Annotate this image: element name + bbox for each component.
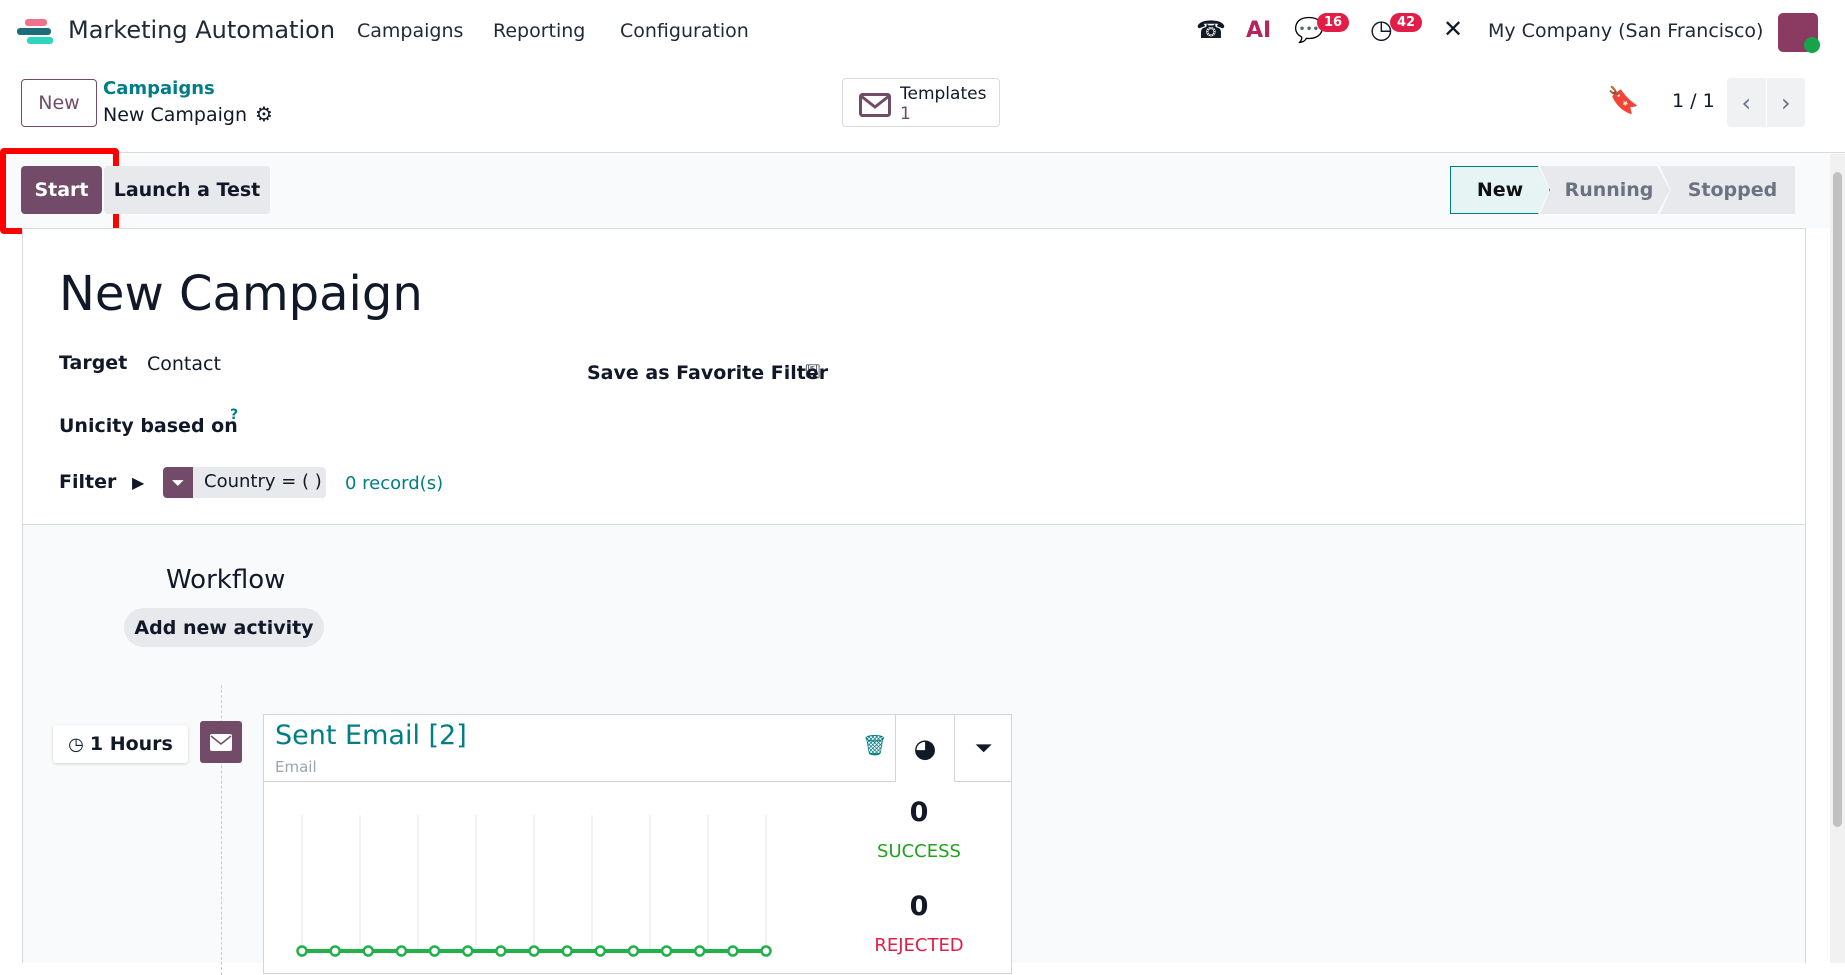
data-point: [495, 945, 507, 957]
data-point: [461, 945, 474, 957]
chat-badge: 16: [1317, 13, 1350, 32]
pager-next-icon[interactable]: ›: [1767, 78, 1806, 127]
data-point: [660, 945, 673, 957]
trash-icon[interactable]: 🗑: [862, 733, 887, 757]
filter-tag-label: Country = ( ): [204, 471, 322, 492]
data-point: [727, 945, 739, 957]
data-point: [428, 945, 441, 957]
menu-campaigns[interactable]: Campaigns: [357, 20, 463, 42]
launch-test-button[interactable]: Launch a Test: [104, 166, 270, 214]
app-title[interactable]: Marketing Automation: [68, 16, 335, 44]
templates-count: 1: [900, 104, 911, 124]
pie-chart-icon[interactable]: ◕: [896, 715, 954, 782]
highlight-box: [0, 148, 119, 234]
data-point: [329, 945, 341, 957]
help-tooltip-icon[interactable]: ?: [230, 407, 238, 423]
funnel-icon: ⏷: [163, 467, 193, 498]
top-navbar: Marketing Automation Campaigns Reporting…: [0, 0, 1845, 62]
save-icon[interactable]: 🖫: [805, 360, 820, 390]
activity-card: Sent Email [2] Email 🗑 ◕ ⏷ 0 SUCCESS 0 R…: [263, 714, 1012, 974]
templates-label: Templates: [900, 84, 987, 104]
filter-tag[interactable]: ⏷ Country = ( ): [163, 467, 326, 498]
data-point: [362, 945, 375, 957]
new-button[interactable]: New: [21, 79, 97, 127]
pager-nav: ‹ ›: [1727, 78, 1805, 127]
breadcrumb-current: New Campaign: [103, 104, 247, 126]
data-point: [561, 945, 573, 957]
target-label: Target: [59, 352, 128, 374]
company-switcher[interactable]: My Company (San Francisco): [1488, 20, 1763, 42]
phone-icon[interactable]: ☎: [1196, 16, 1226, 44]
data-point: [528, 945, 540, 957]
rejected-count: 0: [909, 891, 929, 922]
activity-sparkline: [296, 815, 772, 957]
menu-reporting[interactable]: Reporting: [493, 20, 585, 42]
data-point: [760, 945, 772, 957]
data-point: [693, 945, 706, 957]
delay-badge: ◷ 1 Hours: [53, 725, 188, 763]
templates-button[interactable]: Templates 1: [842, 78, 1000, 127]
stage-new[interactable]: New: [1450, 166, 1550, 214]
menu-configuration[interactable]: Configuration: [620, 20, 749, 42]
success-label: SUCCESS: [877, 841, 961, 862]
target-field[interactable]: Contact: [147, 353, 221, 375]
data-point: [627, 945, 640, 957]
campaign-title-input[interactable]: New Campaign: [59, 266, 423, 322]
ai-icon[interactable]: AI: [1246, 18, 1271, 43]
activity-name[interactable]: Sent Email [2]: [275, 720, 467, 751]
workflow-title: Workflow: [166, 565, 286, 595]
rejected-label: REJECTED: [874, 935, 964, 956]
online-status-dot: [1804, 37, 1820, 53]
save-favorite-filter-button[interactable]: Save as Favorite Filter: [587, 362, 828, 384]
scrollbar-thumb[interactable]: [1833, 172, 1842, 827]
data-point: [395, 945, 408, 957]
stage-stopped[interactable]: Stopped: [1660, 166, 1795, 214]
delay-label: 1 Hours: [89, 733, 173, 755]
activity-type: Email: [275, 758, 317, 776]
stage-running[interactable]: Running: [1540, 166, 1670, 214]
control-panel: New Campaigns New Campaign ⚙ Templates 1…: [0, 62, 1845, 153]
breadcrumb-campaigns[interactable]: Campaigns: [103, 78, 215, 99]
activity-badge: 42: [1390, 13, 1423, 32]
page-scrollbar[interactable]: [1830, 154, 1845, 963]
records-link[interactable]: 0 record(s): [345, 473, 443, 494]
app-logo-icon[interactable]: [17, 19, 57, 45]
add-activity-button[interactable]: Add new activity: [124, 608, 324, 647]
success-count: 0: [909, 797, 929, 828]
pager-value[interactable]: 1 / 1: [1672, 90, 1715, 112]
stage-pipeline: New Running Stopped: [1450, 166, 1795, 214]
activity-header: Sent Email [2] Email 🗑: [264, 715, 896, 782]
gear-icon[interactable]: ⚙: [255, 102, 273, 126]
filter-label: Filter: [59, 471, 117, 493]
email-activity-icon: [200, 721, 242, 763]
caret-right-icon[interactable]: ▶: [132, 473, 144, 492]
envelope-icon: [859, 93, 891, 117]
tools-icon[interactable]: ✕: [1443, 15, 1463, 43]
data-point: [594, 945, 607, 957]
data-point: [296, 945, 308, 957]
user-avatar[interactable]: [1778, 13, 1820, 53]
pager-prev-icon[interactable]: ‹: [1727, 78, 1767, 127]
form-sheet: New Campaign Target Contact Save as Favo…: [22, 228, 1806, 525]
unicity-label: Unicity based on: [59, 415, 238, 437]
filter-icon[interactable]: ⏷: [954, 715, 1012, 782]
bookmark-icon[interactable]: 🔖: [1607, 86, 1639, 116]
clock-icon: ◷: [68, 733, 84, 755]
